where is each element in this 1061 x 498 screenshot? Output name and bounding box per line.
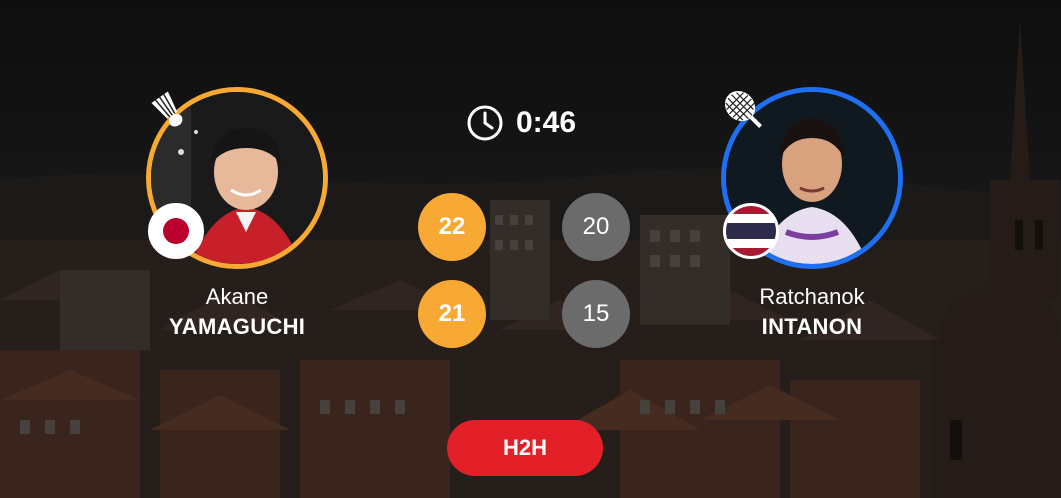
thailand-flag-icon — [723, 203, 779, 259]
h2h-button[interactable]: H2H — [447, 420, 603, 476]
player1-set1-score: 22 — [418, 193, 486, 261]
match-timer: 0:46 — [466, 103, 576, 143]
match-duration: 0:46 — [516, 106, 577, 139]
clock-icon — [467, 105, 503, 141]
player1-last-name[interactable]: YAMAGUCHI — [127, 314, 347, 340]
player2-first-name: Ratchanok — [759, 284, 865, 309]
japan-flag-icon — [148, 203, 204, 259]
player1-set2-score: 21 — [418, 280, 486, 348]
player2-set1-score: 20 — [562, 193, 630, 261]
racket-icon — [725, 91, 762, 128]
player2-last-name[interactable]: INTANON — [702, 314, 922, 340]
player1-first-name: Akane — [205, 284, 269, 309]
player2-set2-score: 15 — [562, 280, 630, 348]
shuttlecock-icon — [151, 91, 183, 127]
